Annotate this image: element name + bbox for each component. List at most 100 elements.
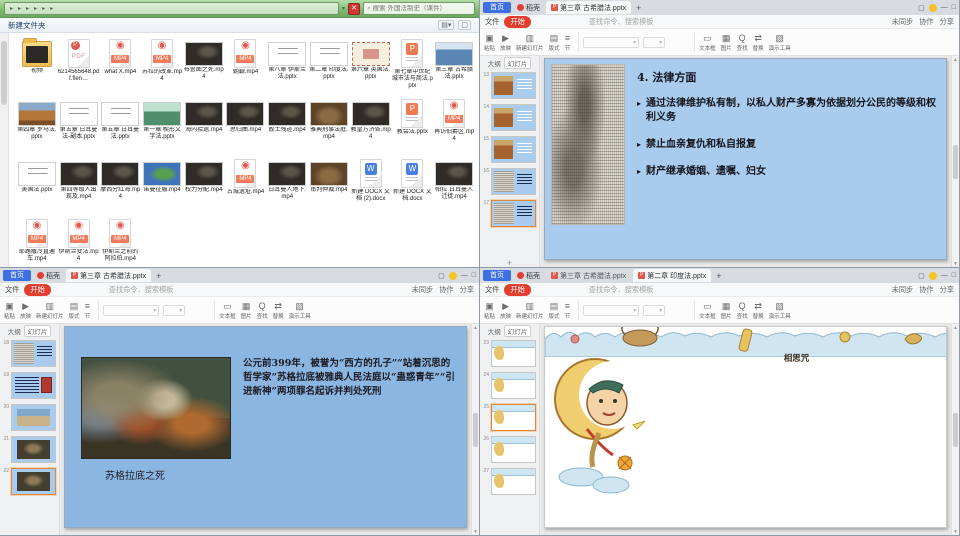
toolbar-button[interactable]: ⇄替换 <box>753 33 764 52</box>
command-search[interactable]: 查找命令、搜索模板 <box>589 285 654 295</box>
maximize-button[interactable]: □ <box>472 272 476 279</box>
home-tab[interactable]: 首页 <box>483 270 511 281</box>
breadcrumb-item[interactable] <box>32 5 39 12</box>
add-slide-button[interactable]: + <box>480 259 539 268</box>
file-item[interactable]: 权力分配.mp4 <box>183 157 225 214</box>
file-item[interactable]: 6214565648.pdf.flen… <box>58 37 100 94</box>
explorer-search[interactable]: ⌕ <box>363 2 475 15</box>
font-select[interactable]: ▾ <box>583 37 639 48</box>
file-item[interactable]: 第五章 日耳曼法.pptx <box>99 97 141 154</box>
view-mode-button[interactable]: ▤▾ <box>438 20 454 30</box>
breadcrumb[interactable] <box>4 2 339 15</box>
toolbar-button[interactable]: Q查找 <box>257 301 268 320</box>
file-menu[interactable]: 文件 <box>485 17 499 27</box>
collab-button[interactable]: 协作 <box>919 17 933 27</box>
slide-preview[interactable] <box>491 404 536 431</box>
outline-tab[interactable]: 大纲 <box>8 326 21 336</box>
toolbar-button[interactable]: ▤版式 <box>549 301 560 320</box>
file-item[interactable]: 雅典刑事法庭.mp4 <box>308 97 350 154</box>
docer-tab[interactable]: 稻壳 <box>514 271 543 281</box>
slide-thumbnail[interactable]: 14 <box>482 104 536 131</box>
toolbar-button[interactable]: ▦图片 <box>721 301 732 320</box>
image-caption[interactable]: 苏格拉底之死 <box>105 467 231 482</box>
address-dropdown-icon[interactable]: ▾ <box>342 5 345 12</box>
toolbar-button[interactable]: ▭文本框 <box>699 301 716 320</box>
toolbar-button[interactable]: ▧演示工具 <box>769 301 791 320</box>
slide-preview[interactable] <box>11 404 56 431</box>
slide-scrollbar[interactable]: ▲▼ <box>951 324 959 536</box>
file-item[interactable]: 教皇方济各.mp4 <box>350 97 392 154</box>
toolbar-button[interactable]: ▤版式 <box>549 33 560 52</box>
menu-start[interactable]: 开始 <box>24 284 50 296</box>
toolbar-button[interactable]: ▶放映 <box>20 301 31 320</box>
file-item[interactable]: 第七章中世纪城市法与商法.pptx <box>392 37 434 94</box>
breadcrumb-item[interactable] <box>24 5 31 12</box>
document-tab[interactable]: P第三章 古希腊法.pptx <box>66 269 151 282</box>
slide-preview[interactable] <box>491 468 536 495</box>
slide-thumbnail[interactable]: 15 <box>482 136 536 163</box>
file-item[interactable]: 第八章 伊斯兰法.pptx <box>266 37 308 94</box>
collab-button[interactable]: 协作 <box>919 285 933 295</box>
outline-tab[interactable]: 大纲 <box>488 326 501 336</box>
font-size-select[interactable]: ▾ <box>643 37 665 48</box>
toolbar-button[interactable]: ▧演示工具 <box>289 301 311 320</box>
slide-preview[interactable] <box>491 136 536 163</box>
toolbar-button[interactable]: ⇄替换 <box>753 301 764 320</box>
slide-thumbnail[interactable]: 19 <box>2 372 56 399</box>
slide-thumbnail[interactable]: 23 <box>482 340 536 367</box>
toolbar-button[interactable]: ▣粘贴 <box>484 301 495 320</box>
sync-status[interactable]: 未同步 <box>412 285 434 295</box>
share-button[interactable]: 分享 <box>460 285 474 295</box>
slide-thumbnail[interactable]: 24 <box>482 372 536 399</box>
slide-thumbnail[interactable]: 20 <box>2 404 56 431</box>
scrollbar-thumb[interactable] <box>1 41 7 105</box>
file-item[interactable]: 第三章 古希腊法.pptx <box>433 37 475 94</box>
command-search[interactable]: 查找命令、搜索模板 <box>589 17 654 27</box>
file-item[interactable]: 美国法.pptx <box>16 157 58 214</box>
docer-tab[interactable]: 稻壳 <box>34 271 63 281</box>
toolbar-button[interactable]: ▥新建幻灯片 <box>516 301 544 320</box>
font-select[interactable]: ▾ <box>103 305 159 316</box>
toolbar-button[interactable]: ▤版式 <box>69 301 80 320</box>
slide-preview[interactable] <box>491 104 536 131</box>
file-menu[interactable]: 文件 <box>485 285 499 295</box>
file-item[interactable]: 日耳曼人地下.mp4 <box>266 157 308 214</box>
file-item[interactable]: 新建 DOCX 文档.docx <box>392 157 434 214</box>
stop-refresh-button[interactable]: ✕ <box>348 3 360 15</box>
slide-scrollbar[interactable]: ▲▼ <box>951 56 959 268</box>
file-menu[interactable]: 文件 <box>5 285 19 295</box>
document-tab[interactable]: P第三章 古希腊法.pptx <box>546 1 631 14</box>
file-item[interactable]: 故土残迹.mp4 <box>266 97 308 154</box>
font-size-select[interactable]: ▾ <box>643 305 665 316</box>
slide-body-text[interactable]: 公元前399年，被誉为“西方的孔子”“站着沉思的哲学家”苏格拉底被雅典人民法庭以… <box>243 357 456 482</box>
slide-thumbnail[interactable]: 16 <box>482 168 536 195</box>
slide-preview[interactable] <box>491 340 536 367</box>
file-item[interactable]: 教会法.pptx <box>392 97 434 154</box>
scrollbar-thumb[interactable] <box>953 413 958 447</box>
member-icon[interactable] <box>929 272 937 280</box>
file-item[interactable]: 新建 DOCX 文档 (2).docx <box>350 157 392 214</box>
slide-thumbnail[interactable]: 26 <box>482 436 536 463</box>
menu-start[interactable]: 开始 <box>504 284 530 296</box>
file-item[interactable]: 思归曲.mp4 <box>225 97 267 154</box>
slide-thumbnail[interactable]: 13 <box>482 72 536 99</box>
toolbar-button[interactable]: ▦图片 <box>241 301 252 320</box>
file-item[interactable]: 耶路撒冷直通车.mp4 <box>16 217 58 268</box>
share-button[interactable]: 分享 <box>940 17 954 27</box>
home-tab[interactable]: 首页 <box>483 2 511 13</box>
member-icon[interactable] <box>449 272 457 280</box>
font-size-select[interactable]: ▾ <box>163 305 185 316</box>
breadcrumb-item[interactable] <box>16 5 23 12</box>
minimize-button[interactable]: — <box>461 272 468 279</box>
breadcrumb-item[interactable] <box>48 5 55 12</box>
file-item[interactable]: 帕拉 日耳曼人迁徙.mp4 <box>433 157 475 214</box>
toolbar-button[interactable]: ▭文本框 <box>219 301 236 320</box>
toolbar-button[interactable]: ≡节 <box>565 301 571 320</box>
preview-pane-button[interactable]: ▢ <box>458 20 471 30</box>
home-tab[interactable]: 首页 <box>3 270 31 281</box>
scrollbar-thumb[interactable] <box>473 413 478 447</box>
member-icon[interactable] <box>929 4 937 12</box>
toolbar-button[interactable]: ▧演示工具 <box>769 33 791 52</box>
slide-preview[interactable] <box>11 372 56 399</box>
slides-tab[interactable]: 幻灯片 <box>504 325 532 337</box>
